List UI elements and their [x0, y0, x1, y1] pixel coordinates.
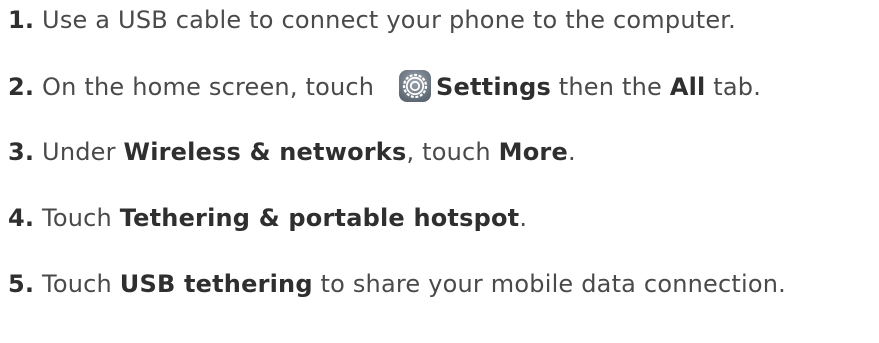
step-bold-term: Settings — [436, 73, 551, 101]
step-number: 1. — [8, 6, 35, 34]
step-text: . — [567, 138, 576, 166]
settings-gear-icon — [399, 70, 432, 102]
step-text: Under — [34, 138, 124, 166]
step-text: tab. — [705, 73, 762, 101]
step-3: 3. Under Wireless & networks, touch More… — [8, 135, 576, 169]
step-text: Touch — [34, 204, 120, 232]
step-2: 2. On the home screen, touch Settings th… — [8, 69, 761, 104]
step-text: On the home screen, touch — [34, 73, 383, 101]
step-text: to share your mobile data connection. — [312, 270, 786, 298]
step-bold-term: Tethering & portable hotspot — [119, 204, 520, 232]
step-bold-term: Wireless & networks — [123, 138, 407, 166]
step-number: 4. — [8, 204, 35, 232]
step-1: 1. Use a USB cable to connect your phone… — [8, 3, 736, 37]
step-bold-term: All — [669, 73, 706, 101]
step-number: 5. — [8, 270, 35, 298]
step-4: 4. Touch Tethering & portable hotspot. — [8, 201, 527, 235]
step-text: , touch — [406, 138, 499, 166]
step-number: 3. — [8, 138, 35, 166]
step-number: 2. — [8, 73, 35, 101]
step-bold-term: More — [498, 138, 568, 166]
step-text: Touch — [34, 270, 120, 298]
step-5: 5. Touch USB tethering to share your mob… — [8, 267, 786, 301]
step-text: . — [519, 204, 528, 232]
step-text: then the — [550, 73, 670, 101]
step-bold-term: USB tethering — [119, 270, 313, 298]
step-text: Use a USB cable to connect your phone to… — [34, 6, 737, 34]
